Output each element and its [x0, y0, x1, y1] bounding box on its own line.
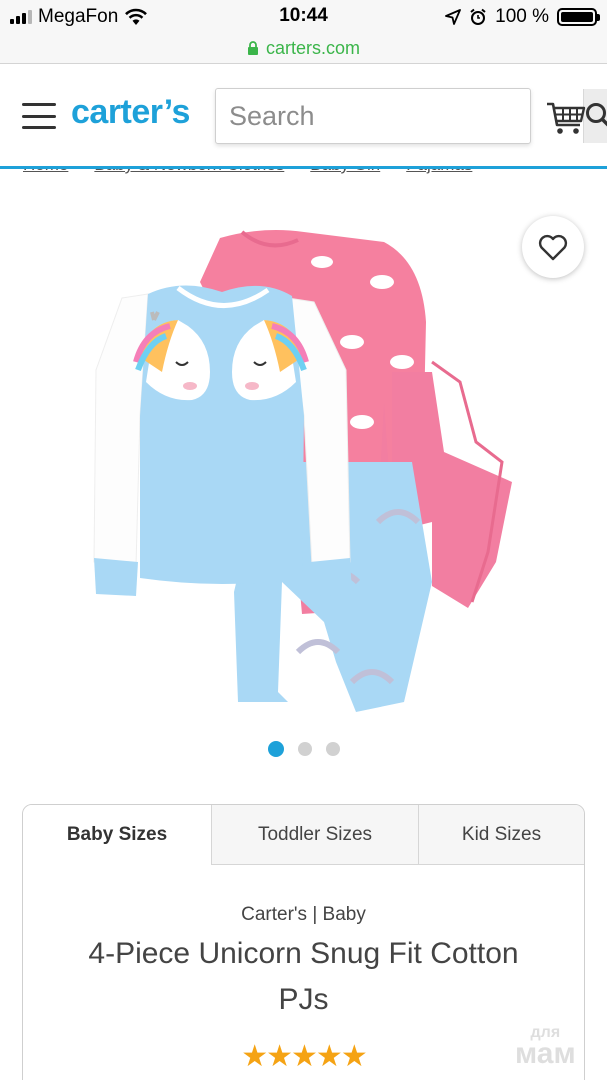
product-title: 4-Piece Unicorn Snug Fit Cotton PJs: [88, 937, 519, 1016]
alarm-icon: [470, 8, 486, 25]
tab-kid-sizes[interactable]: Kid Sizes: [418, 805, 584, 865]
menu-icon[interactable]: [22, 103, 56, 129]
site-header: carter’s: [0, 65, 607, 169]
lock-icon: [247, 41, 258, 55]
battery-level: [561, 12, 593, 22]
rating-stars[interactable]: ★★★★★: [23, 1039, 584, 1074]
status-bar: MegaFon 10:44 100 %: [0, 0, 607, 34]
search-button[interactable]: [583, 89, 607, 143]
gallery-dot[interactable]: [267, 741, 284, 757]
url-text: carters.com: [265, 38, 361, 58]
shopping-cart-icon[interactable]: [546, 101, 586, 135]
battery-percent: 100 %: [495, 6, 549, 27]
search-bar: [215, 88, 607, 144]
heart-icon: [538, 234, 568, 260]
gallery-dots: [0, 741, 607, 757]
gallery-dot[interactable]: [325, 742, 340, 756]
blue-unicorn-shirt: [93, 285, 352, 596]
watermark-bottom: мам: [515, 1037, 576, 1071]
watermark-logo: для мам: [515, 1024, 576, 1071]
carters-logo[interactable]: carter’s: [71, 93, 190, 132]
search-input[interactable]: [216, 89, 583, 143]
location-arrow-icon: [445, 9, 462, 25]
search-icon: [586, 103, 607, 127]
product-image[interactable]: [92, 202, 516, 722]
tab-baby-sizes[interactable]: Baby Sizes: [23, 805, 211, 865]
product-info-card: Baby Sizes Toddler Sizes Kid Sizes Carter'…: [22, 804, 585, 1080]
gallery-dot[interactable]: [297, 742, 312, 756]
tab-toddler-sizes[interactable]: Toddler Sizes: [211, 805, 418, 865]
address-bar[interactable]: carters.com: [0, 34, 607, 64]
favorite-button[interactable]: [522, 216, 584, 278]
battery-icon: [557, 8, 600, 26]
product-brand[interactable]: Carter's | Baby: [23, 904, 584, 926]
size-tabs: Baby Sizes Toddler Sizes Kid Sizes: [23, 805, 584, 865]
status-bar-right: 100 %: [445, 6, 600, 28]
